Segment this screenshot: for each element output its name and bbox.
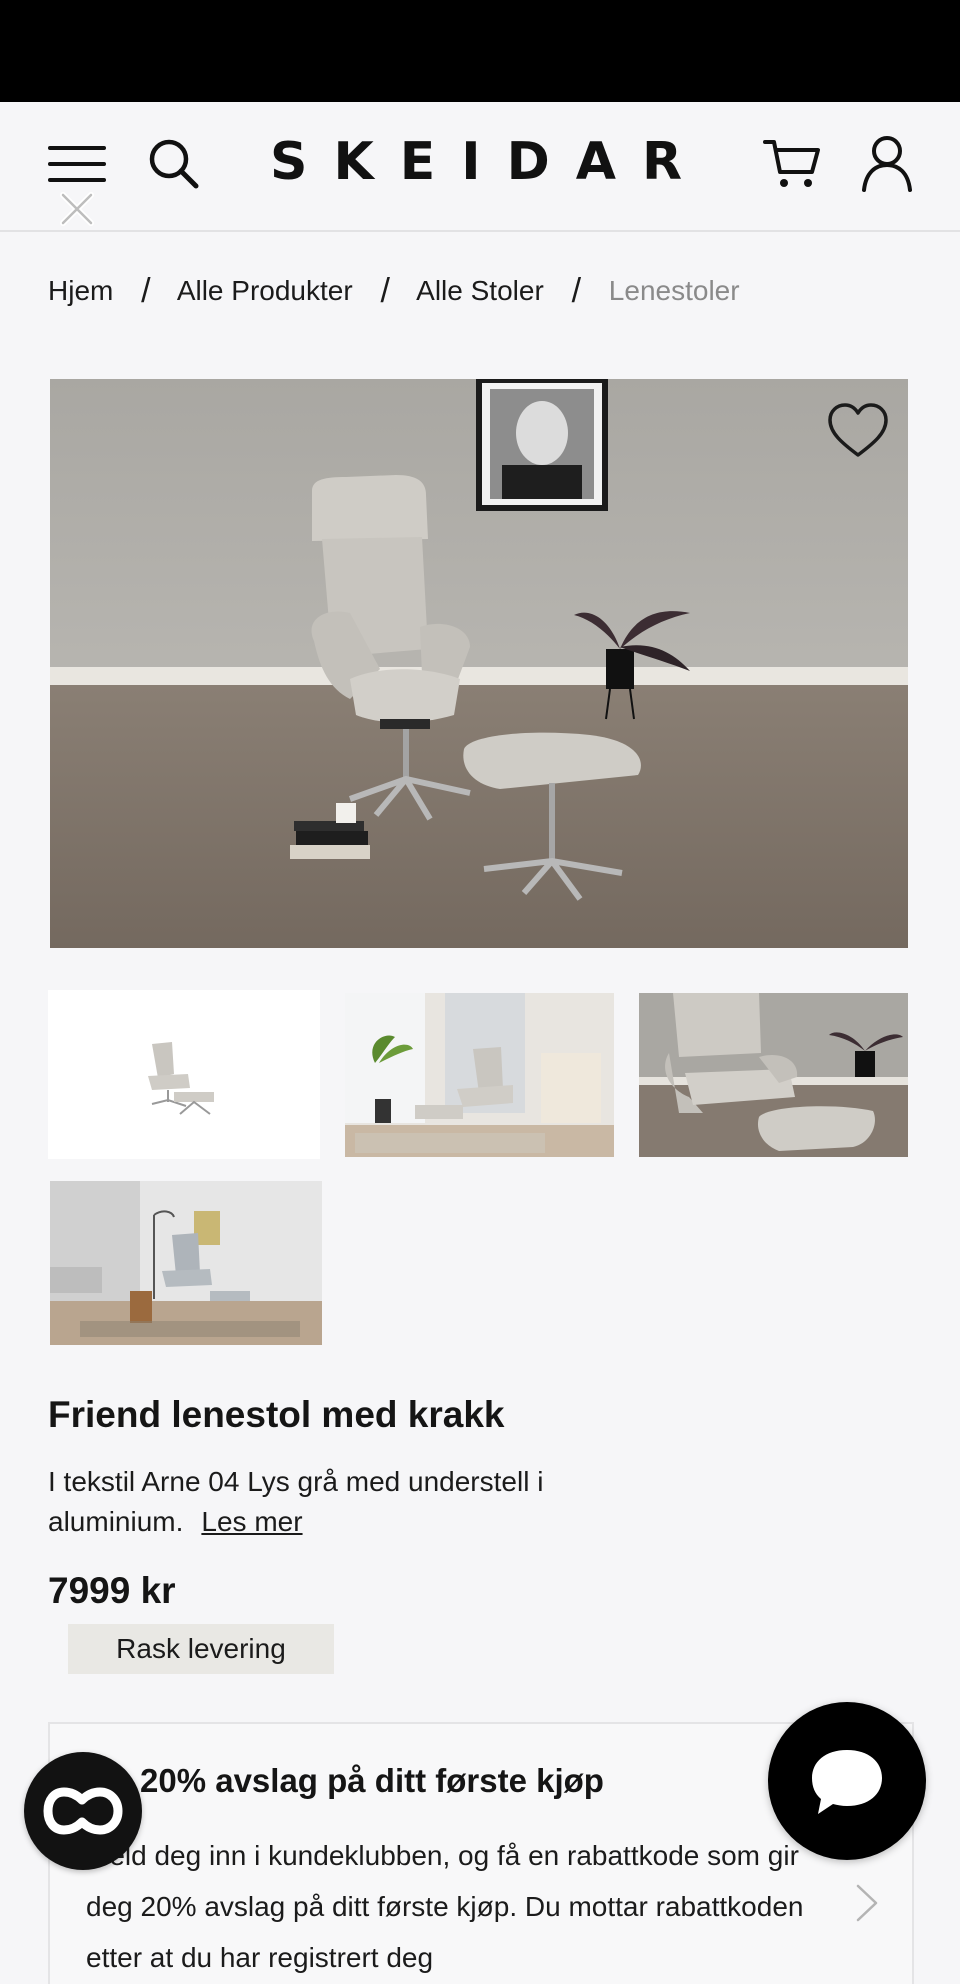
gallery-thumbnail[interactable] bbox=[50, 1181, 322, 1345]
breadcrumb-item-home[interactable]: Hjem bbox=[48, 275, 113, 306]
menu-icon[interactable] bbox=[48, 144, 106, 184]
product-photo bbox=[50, 379, 908, 948]
chat-bubble-icon bbox=[812, 1750, 882, 1814]
thumbnail-image bbox=[48, 990, 320, 1159]
gallery-thumbnail[interactable] bbox=[48, 990, 320, 1159]
product-title: Friend lenestol med krakk bbox=[48, 1394, 505, 1435]
promo-text: Meld deg inn i kundeklubben, og få en ra… bbox=[86, 1840, 804, 1973]
site-header: SKEIDAR bbox=[0, 102, 960, 232]
read-more-link[interactable]: Les mer bbox=[201, 1506, 302, 1537]
co-floating-button[interactable] bbox=[24, 1752, 142, 1870]
chat-button[interactable] bbox=[768, 1702, 926, 1860]
thumbnail-image bbox=[345, 993, 614, 1157]
breadcrumb-separator: / bbox=[380, 272, 390, 310]
co-logo-icon bbox=[43, 1787, 123, 1835]
breadcrumb-separator: / bbox=[571, 272, 582, 310]
gallery-thumbnail[interactable] bbox=[639, 993, 908, 1157]
site-logo[interactable]: SKEIDAR bbox=[270, 132, 690, 192]
heart-icon[interactable] bbox=[826, 401, 890, 461]
breadcrumb-item-all-chairs[interactable]: Alle Stoler bbox=[416, 275, 544, 306]
close-icon[interactable] bbox=[58, 190, 96, 228]
thumbnail-image bbox=[50, 1181, 322, 1345]
breadcrumb: Hjem / Alle Produkter / Alle Stoler / Le… bbox=[48, 270, 740, 310]
product-main-image[interactable] bbox=[50, 379, 908, 948]
chevron-right-icon[interactable] bbox=[852, 1880, 882, 1926]
gallery-thumbnail[interactable] bbox=[345, 993, 614, 1157]
breadcrumb-current: Lenestoler bbox=[608, 275, 740, 306]
search-icon[interactable] bbox=[146, 136, 202, 192]
delivery-badge: Rask levering bbox=[68, 1624, 334, 1674]
breadcrumb-separator: / bbox=[141, 272, 151, 310]
status-bar bbox=[0, 0, 960, 102]
product-price: 7999 kr bbox=[48, 1570, 176, 1611]
promo-title: 20% avslag på ditt første kjøp bbox=[140, 1762, 604, 1799]
thumbnail-image bbox=[639, 993, 908, 1157]
product-description: I tekstil Arne 04 Lys grå med understell… bbox=[48, 1462, 668, 1542]
breadcrumb-item-all-products[interactable]: Alle Produkter bbox=[177, 275, 353, 306]
cart-icon[interactable] bbox=[762, 136, 822, 192]
user-icon[interactable] bbox=[860, 134, 914, 192]
